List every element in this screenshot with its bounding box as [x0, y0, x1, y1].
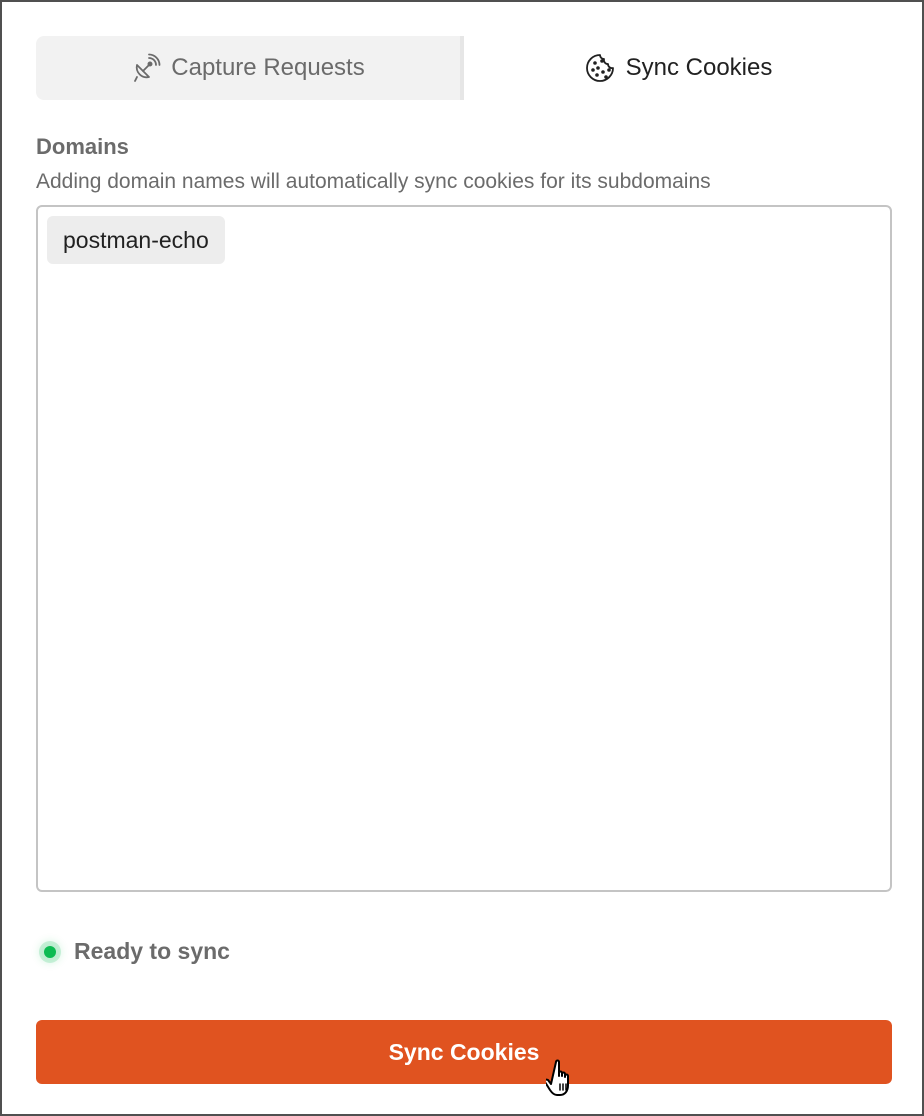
tab-label: Capture Requests: [171, 54, 365, 81]
domains-input[interactable]: postman-echo: [36, 205, 892, 892]
domains-heading: Domains: [36, 134, 129, 159]
status-indicator: [44, 945, 56, 958]
tab-sync-cookies[interactable]: Sync Cookies: [464, 36, 892, 100]
domain-chip[interactable]: postman-echo: [47, 216, 225, 264]
sync-cookies-panel: Capture Requests Sync Cookies Domains Ad: [0, 0, 924, 1116]
sync-cookies-button[interactable]: Sync Cookies: [36, 1020, 892, 1084]
tab-bar: Capture Requests Sync Cookies: [36, 36, 892, 100]
satellite-dish-icon: [131, 53, 161, 83]
sync-status: Ready to sync: [36, 938, 230, 965]
status-text: Ready to sync: [74, 938, 230, 964]
tab-label: Sync Cookies: [625, 54, 773, 81]
cookie-icon: [584, 52, 616, 84]
domains-description: Adding domain names will automatically s…: [36, 170, 711, 193]
tab-capture-requests[interactable]: Capture Requests: [36, 36, 464, 100]
